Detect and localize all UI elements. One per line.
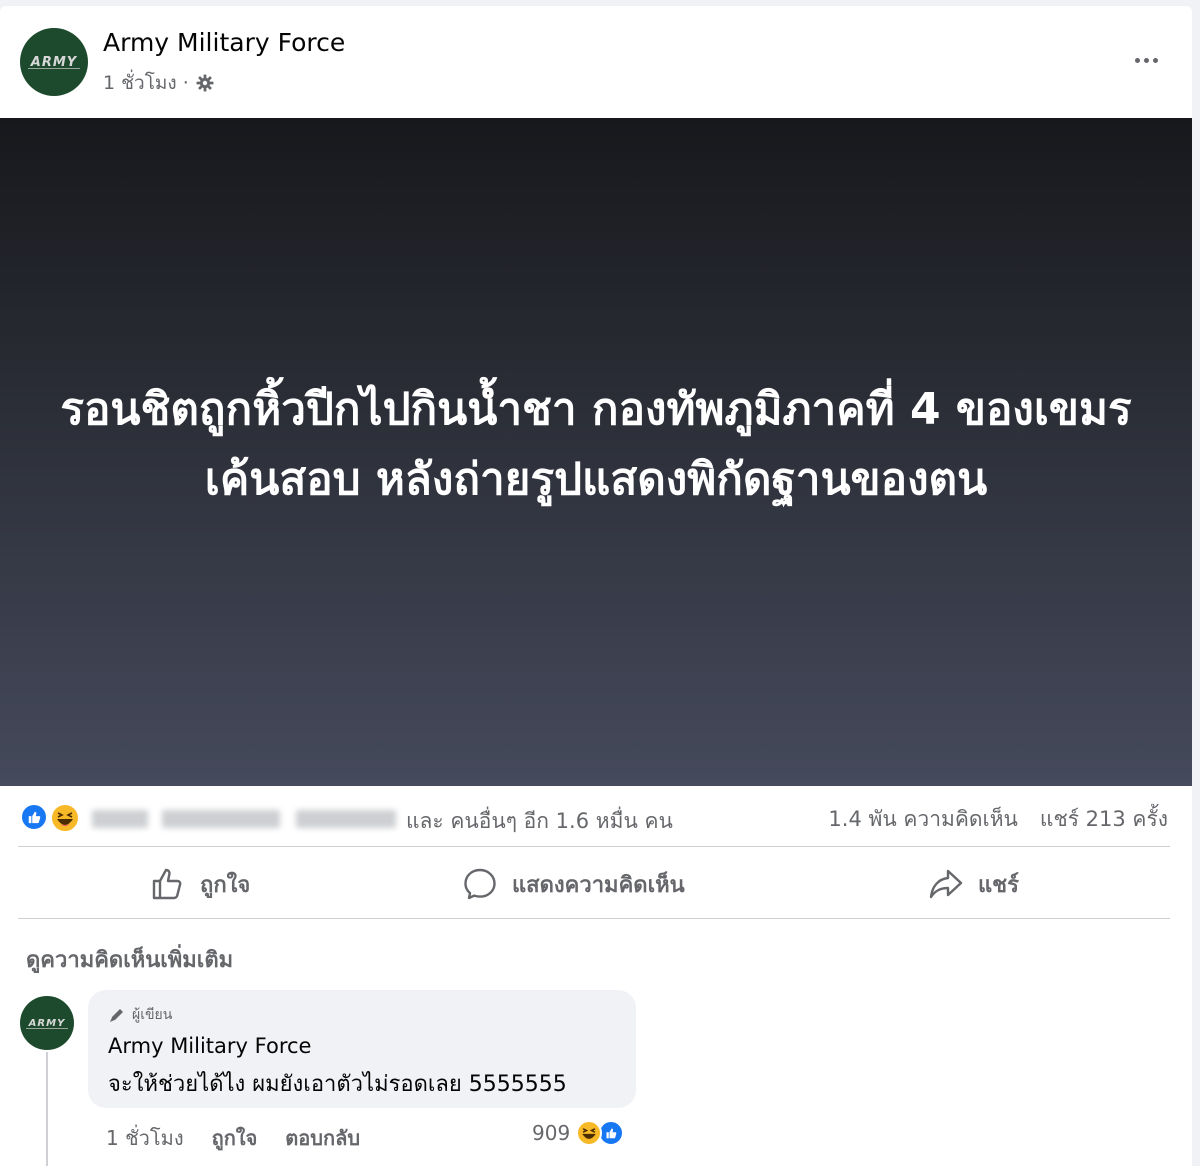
share-label: แชร์: [978, 872, 1019, 898]
share-button[interactable]: แชร์: [928, 856, 1019, 912]
comment-bubble: ผู้เขียน Army Military Force จะให้ช่วยได…: [88, 990, 636, 1108]
engagement-counts: 1.4 พัน ความคิดเห็น แชร์ 213 ครั้ง: [828, 803, 1168, 836]
like-reaction-icon: [598, 1120, 625, 1146]
post-card: ARMY Army Military Force 1 ชั่วโมง · รอน…: [0, 6, 1192, 1166]
more-dot: [1143, 57, 1149, 63]
post-image[interactable]: รอนชิตถูกหิ้วปีกไปกินน้ำชา กองทัพภูมิภาค…: [0, 118, 1192, 786]
comment-label: แสดงความคิดเห็น: [512, 872, 685, 898]
post-time[interactable]: 1 ชั่วโมง: [103, 68, 177, 98]
post-meta: 1 ชั่วโมง ·: [103, 68, 215, 98]
reactions-others-text[interactable]: และ คนอื่นๆ อีก 1.6 หมื่น คน: [406, 805, 673, 838]
share-arrow-icon: [929, 869, 963, 899]
pencil-icon: [110, 1009, 123, 1022]
comment-text: จะให้ช่วยได้ไง ผมยังเอาตัวไม่รอดเลย 5555…: [108, 1072, 567, 1097]
post-image-headline: รอนชิตถูกหิ้วปีกไปกินน้ำชา กองทัพภูมิภาค…: [60, 384, 1132, 505]
comment-reaction-count: 909: [532, 1121, 571, 1145]
comment-author-name[interactable]: Army Military Force: [108, 1034, 311, 1058]
avatar-logo-line: [26, 1028, 68, 1029]
divider: [18, 846, 1170, 847]
author-badge: ผู้เขียน: [108, 1004, 172, 1026]
blurred-name: [162, 810, 280, 828]
blurred-name: [92, 810, 148, 828]
divider: [18, 918, 1170, 919]
comment-thread-line: [46, 1052, 48, 1166]
haha-reaction-icon: [50, 803, 80, 833]
like-reaction-icon: [20, 803, 48, 831]
more-options-button[interactable]: [1126, 46, 1166, 74]
comment-button[interactable]: แสดงความคิดเห็น: [462, 856, 685, 912]
author-badge-label: ผู้เขียน: [132, 1007, 173, 1023]
thumbs-up-icon: [152, 868, 182, 900]
avatar-logo-text: ARMY: [28, 1017, 66, 1029]
like-button[interactable]: ถูกใจ: [150, 856, 250, 912]
like-label: ถูกใจ: [200, 872, 251, 898]
comments-count[interactable]: 1.4 พัน ความคิดเห็น: [828, 803, 1017, 836]
page-avatar[interactable]: ARMY: [20, 28, 88, 96]
more-dot: [1152, 57, 1158, 63]
comment-bubble-icon: [464, 868, 496, 900]
reaction-icons[interactable]: [20, 801, 82, 833]
blurred-name: [296, 810, 396, 828]
haha-reaction-icon: [576, 1120, 603, 1146]
avatar-logo-line: [28, 68, 80, 69]
reactions-summary: และ คนอื่นๆ อีก 1.6 หมื่น คน 1.4 พัน ควา…: [20, 801, 1172, 833]
comment-reply-button[interactable]: ตอบกลับ: [285, 1122, 360, 1154]
commenter-avatar[interactable]: ARMY: [20, 996, 74, 1050]
comment-actions: 1 ชั่วโมง ถูกใจ ตอบกลับ: [106, 1122, 388, 1154]
comment-time[interactable]: 1 ชั่วโมง: [106, 1122, 184, 1154]
gear-icon[interactable]: [195, 73, 215, 93]
more-dots-icon: [1134, 57, 1140, 63]
comment-reactions[interactable]: 909: [532, 1120, 625, 1146]
view-more-comments-link[interactable]: ดูความคิดเห็นเพิ่มเติม: [26, 942, 233, 977]
comment-like-button[interactable]: ถูกใจ: [212, 1122, 258, 1154]
shares-count[interactable]: แชร์ 213 ครั้ง: [1040, 803, 1168, 836]
meta-separator: ·: [182, 72, 189, 94]
page-name-link[interactable]: Army Military Force: [103, 28, 345, 57]
